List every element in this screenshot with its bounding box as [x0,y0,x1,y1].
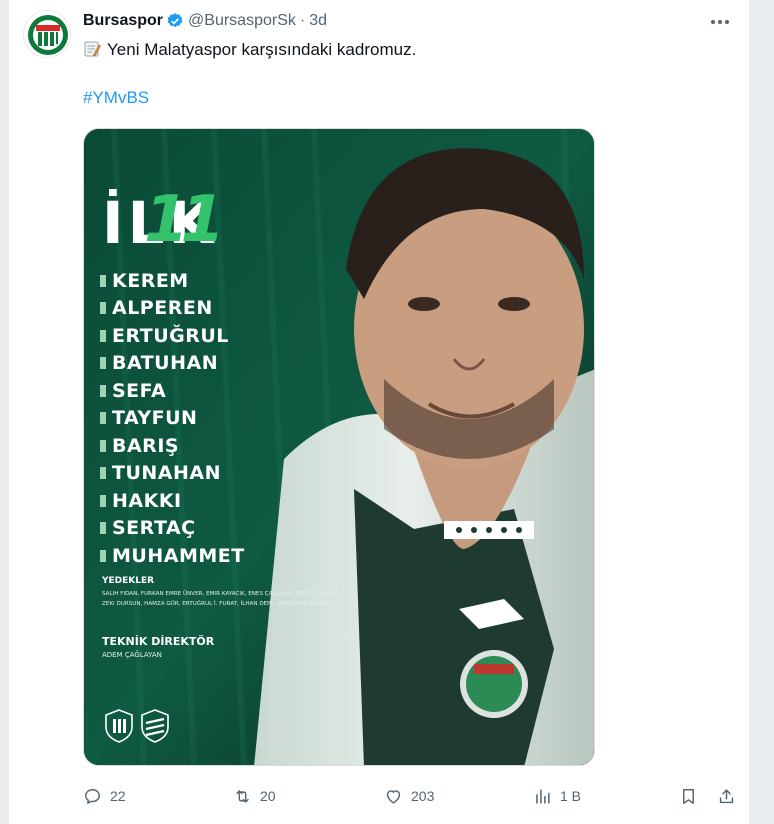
player-row: KEREM [100,267,245,295]
share-icon [719,788,734,803]
bookmark-icon [683,788,694,804]
player-row: TAYFUN [100,405,245,433]
player-row: MUHAMMET [100,542,245,570]
player-row: HAKKI [100,487,245,515]
reply-button[interactable]: 22 [83,782,126,810]
player-row: BATUHAN [100,350,245,378]
more-options-icon[interactable] [705,10,735,34]
avatar[interactable] [23,10,71,58]
reply-icon [85,788,100,804]
player-row: SEFA [100,377,245,405]
hashtag-link[interactable]: #YMvBS [83,88,149,108]
player-name: BATUHAN [112,352,219,375]
analytics-icon [536,788,550,804]
tweet-image[interactable]: İLK 11 KEREM ALPEREN ERTUĞRUL BATUHAN SE… [83,128,595,766]
lineup-number: 11 [144,183,225,257]
bursaspor-logo-icon [26,13,70,57]
tweet-timestamp[interactable]: 3d [309,12,327,30]
separator-dot: · [299,12,306,29]
player-name: ALPEREN [112,297,213,320]
tweet-text: Yeni Malatyaspor karşısındaki kadromuz. [83,38,416,62]
retweet-count: 20 [260,788,276,804]
like-button[interactable]: 203 [384,782,434,810]
tweet-card[interactable]: Bursaspor @BursasporSk · 3d Yeni Malatya… [8,0,750,824]
author-name[interactable]: Bursaspor [83,12,163,30]
player-name: MUHAMMET [112,544,245,567]
tweet-body: Yeni Malatyaspor karşısındaki kadromuz. [107,40,417,59]
player-row: TUNAHAN [100,460,245,488]
substitutes-title: YEDEKLER [102,576,155,586]
retweet-icon [236,789,249,803]
player-row: ALPEREN [100,295,245,323]
bookmark-button[interactable] [679,782,706,810]
bursaspor-badge-icon [141,709,169,743]
player-row: ERTUĞRUL [100,322,245,350]
share-button[interactable] [717,782,744,810]
player-name: TUNAHAN [112,462,222,485]
player-name: ERTUĞRUL [112,324,229,347]
heart-icon [386,789,401,804]
player-name: TAYFUN [112,407,198,430]
player-name: HAKKI [112,489,182,512]
views-count: 1 B [560,788,582,804]
substitutes-list: SALIH FIDAN, FURKAN EMRE ÜNVER, EMIR KAY… [102,591,340,607]
tweet-actions: 22 20 203 1 B [83,782,743,810]
coach-title: TEKNİK DİREKTÖR [102,635,215,648]
memo-icon [83,40,101,58]
player-list: KEREM ALPEREN ERTUĞRUL BATUHAN SEFA TAYF… [100,267,245,570]
yeni-malatyaspor-logo-icon [105,709,133,743]
views-button[interactable]: 1 B [533,782,581,810]
player-row: BARIŞ [100,432,245,460]
player-name: KEREM [112,269,189,292]
coach-name: ADEM ÇAĞLAYAN [102,651,162,659]
club-logos [104,709,170,743]
player-name: SERTAÇ [112,517,196,540]
verified-badge-icon [166,12,184,30]
player-row: SERTAÇ [100,515,245,543]
like-count: 203 [411,788,435,804]
reply-count: 22 [110,788,126,804]
player-name: BARIŞ [112,434,180,457]
retweet-button[interactable]: 20 [233,782,276,810]
author-handle[interactable]: @BursasporSk [188,12,296,30]
tweet-header: Bursaspor @BursasporSk · 3d [83,12,327,30]
player-name: SEFA [112,379,167,402]
